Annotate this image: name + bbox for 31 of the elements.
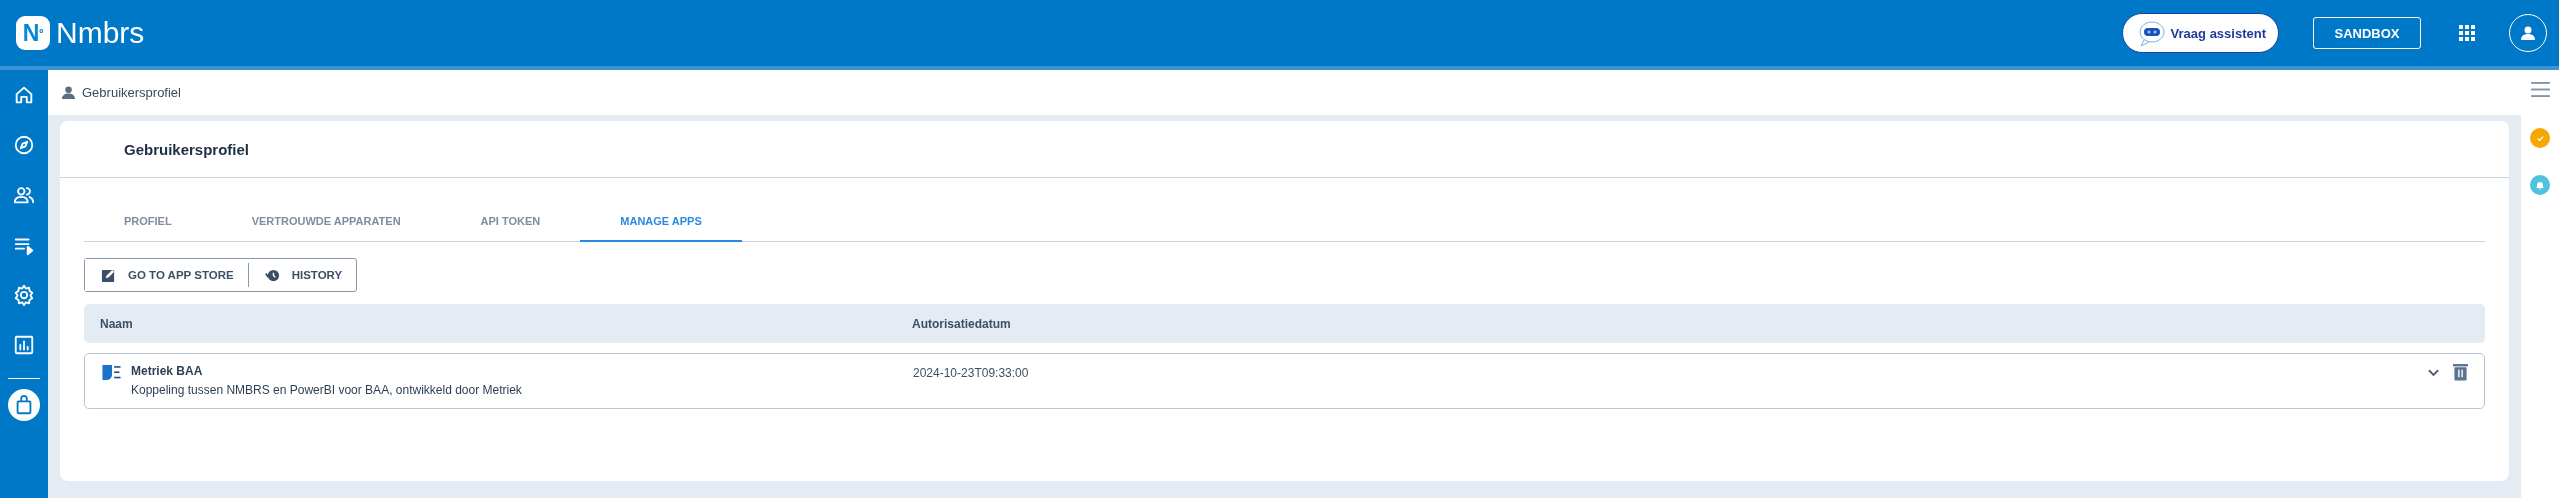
card-title: Gebruikersprofiel — [124, 140, 250, 158]
breadcrumb: Gebruikersprofiel — [82, 85, 181, 100]
table-cell-text: 2024-10-23T09:33:00 — [913, 365, 1030, 380]
bag-icon[interactable] — [8, 389, 40, 421]
external-link-icon — [101, 267, 116, 283]
assistant-button[interactable]: Vraag assistent — [2121, 13, 2279, 53]
chat-bot-icon — [2136, 19, 2167, 47]
check-badge-icon[interactable] — [2530, 128, 2550, 148]
delete-icon[interactable] — [2453, 364, 2468, 381]
app-description: Koppeling tussen NMBRS en PowerBI voor BAA, ontwikkeld door Metriek — [131, 383, 522, 397]
column-header: Naam — [99, 316, 134, 331]
tab[interactable]: VERTROUWDE APPARATEN — [211, 202, 441, 242]
home-icon[interactable] — [13, 84, 35, 106]
app-logo-icon — [101, 364, 123, 381]
environment-button[interactable]: SANDBOX — [2313, 17, 2421, 49]
history-icon — [264, 267, 280, 283]
chevron-icon[interactable] — [2428, 368, 2439, 377]
settings-icon[interactable] — [13, 284, 35, 306]
tab[interactable]: MANAGE APPS — [580, 202, 742, 242]
app-grid-icon[interactable] — [2459, 25, 2475, 41]
tab[interactable]: PROFIEL — [84, 202, 212, 242]
menu-icon[interactable] — [2530, 82, 2550, 97]
tab[interactable]: API TOKEN — [440, 202, 581, 242]
chart-icon[interactable] — [13, 334, 35, 356]
app-name: Metriek BAA — [131, 364, 204, 378]
logo-mark: N$^{º}$ — [16, 16, 50, 50]
column-header: Autorisatiedatum — [912, 316, 1011, 331]
people-icon[interactable] — [13, 184, 35, 206]
compass-icon[interactable] — [13, 134, 35, 156]
brand-name: Nmbrs — [56, 16, 145, 50]
person-icon — [61, 85, 76, 100]
